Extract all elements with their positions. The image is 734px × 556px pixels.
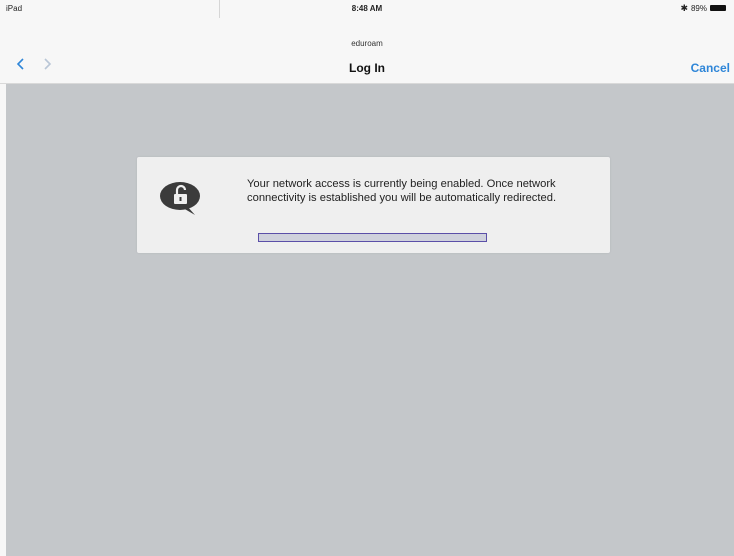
captive-portal-content <box>6 84 734 556</box>
status-right: ✱ 89% <box>680 3 726 13</box>
navigation-bar: eduroam Log In Cancel <box>0 18 734 84</box>
status-bar: iPad 8:48 AM ✱ 89% <box>0 0 734 18</box>
cancel-button[interactable]: Cancel <box>691 61 730 75</box>
status-time: 8:48 AM <box>351 4 383 13</box>
unlocked-lock-speech-bubble-icon <box>159 181 203 222</box>
page-title: Log In <box>349 61 385 75</box>
battery-icon <box>710 5 726 11</box>
progress-bar <box>258 233 487 242</box>
network-access-dialog: Your network access is currently being e… <box>137 157 610 253</box>
progress-fill <box>259 234 486 241</box>
network-name: eduroam <box>351 39 383 48</box>
battery-percent: 89% <box>690 3 707 13</box>
bluetooth-icon: ✱ <box>680 3 688 13</box>
status-message: Your network access is currently being e… <box>247 178 557 204</box>
